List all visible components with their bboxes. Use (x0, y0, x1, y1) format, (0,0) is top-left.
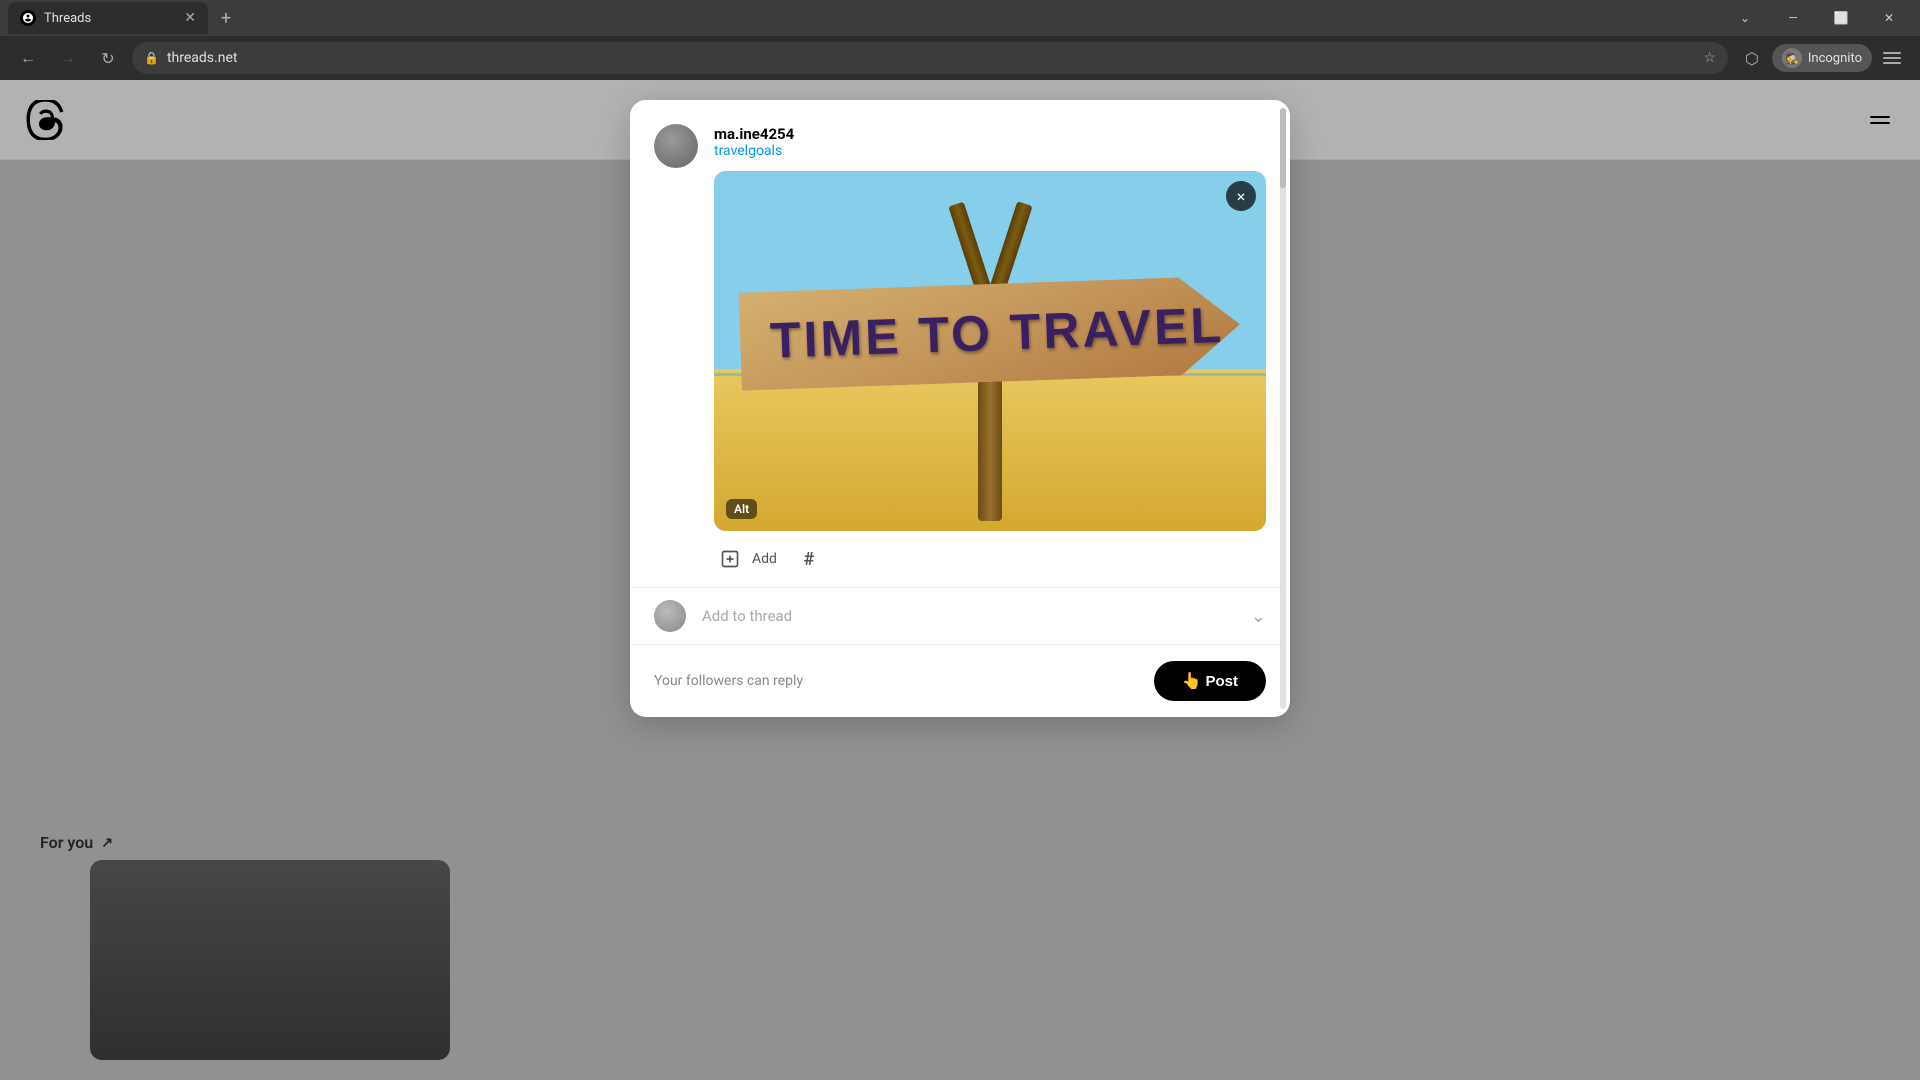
browser-chrome: Threads ✕ + ⌄ — ⬜ ✕ ← → ↻ 🔒 threads.net … (0, 0, 1920, 80)
address-bar[interactable]: 🔒 threads.net ☆ (132, 42, 1728, 74)
modal-scrollbar[interactable] (1280, 108, 1286, 709)
browser-menu-button[interactable] (1876, 42, 1908, 74)
hashtag-icon: # (804, 549, 815, 570)
composer-image-container: TIME TO TRAVEL Alt × (714, 171, 1266, 531)
image-close-button[interactable]: × (1226, 181, 1256, 211)
tab-bar: Threads ✕ + ⌄ — ⬜ ✕ (0, 0, 1920, 36)
composer-tag[interactable]: travelgoals (714, 143, 1266, 159)
menu-line-1 (1883, 52, 1901, 54)
lock-icon: 🔒 (144, 51, 159, 65)
cast-icon[interactable]: ⬡ (1736, 42, 1768, 74)
composer-avatar (654, 124, 698, 168)
bookmark-icon[interactable]: ☆ (1703, 50, 1716, 66)
cursor-in-button: 👆 (1182, 671, 1202, 691)
browser-tab-threads[interactable]: Threads ✕ (8, 2, 208, 34)
add-to-thread-row[interactable]: Add to thread ⌄ (630, 587, 1290, 644)
tab-favicon (20, 10, 36, 26)
alt-badge[interactable]: Alt (726, 499, 757, 519)
toolbar-icons: ⬡ 🕵 Incognito (1736, 42, 1908, 74)
thread-composer: ma.ine4254 travelgoals (654, 124, 1266, 587)
minimize-button[interactable]: — (1770, 2, 1816, 34)
window-controls: ⌄ — ⬜ ✕ (1722, 2, 1912, 34)
add-action[interactable]: Add (714, 543, 777, 575)
menu-line-2 (1883, 57, 1901, 59)
travel-image: TIME TO TRAVEL (714, 171, 1266, 531)
post-button-label: Post (1205, 673, 1238, 690)
incognito-badge[interactable]: 🕵 Incognito (1772, 44, 1872, 72)
modal-backdrop: ma.ine4254 travelgoals (0, 80, 1920, 1080)
composer-content: ma.ine4254 travelgoals (714, 124, 1266, 587)
maximize-button[interactable]: ⬜ (1818, 2, 1864, 34)
avatar-image (654, 124, 698, 168)
add-to-thread-text: Add to thread (702, 607, 792, 625)
incognito-label: Incognito (1808, 51, 1862, 66)
tab-title: Threads (44, 11, 91, 26)
refresh-button[interactable]: ↻ (92, 42, 124, 74)
modal-body: ma.ine4254 travelgoals (630, 100, 1290, 587)
sign-arrow: TIME TO TRAVEL (738, 275, 1241, 390)
new-thread-modal: ma.ine4254 travelgoals (630, 100, 1290, 717)
hashtag-action[interactable]: # (793, 543, 825, 575)
post-button[interactable]: 👆 Post (1154, 661, 1266, 701)
modal-footer: Your followers can reply 👆 Post (630, 644, 1290, 717)
add-thread-avatar (654, 600, 686, 632)
forward-button[interactable]: → (52, 42, 84, 74)
back-button[interactable]: ← (12, 42, 44, 74)
sign-text: TIME TO TRAVEL (769, 297, 1225, 369)
incognito-icon: 🕵 (1782, 48, 1802, 68)
add-thread-chevron-icon: ⌄ (1251, 606, 1266, 627)
address-text: threads.net (167, 50, 1695, 66)
add-label: Add (752, 551, 777, 567)
composer-actions: Add # (714, 531, 1266, 587)
close-button[interactable]: ✕ (1866, 2, 1912, 34)
tab-list-button[interactable]: ⌄ (1722, 2, 1768, 34)
browser-toolbar: ← → ↻ 🔒 threads.net ☆ ⬡ 🕵 Incognito (0, 36, 1920, 80)
followers-reply-text: Your followers can reply (654, 673, 803, 689)
composer-username: ma.ine4254 (714, 125, 794, 143)
page: New thread For you (0, 80, 1920, 1080)
add-icon[interactable] (714, 543, 746, 575)
new-tab-button[interactable]: + (212, 4, 240, 32)
tab-close-button[interactable]: ✕ (184, 10, 196, 26)
modal-scrollbar-thumb (1280, 108, 1286, 188)
menu-line-3 (1883, 62, 1901, 64)
